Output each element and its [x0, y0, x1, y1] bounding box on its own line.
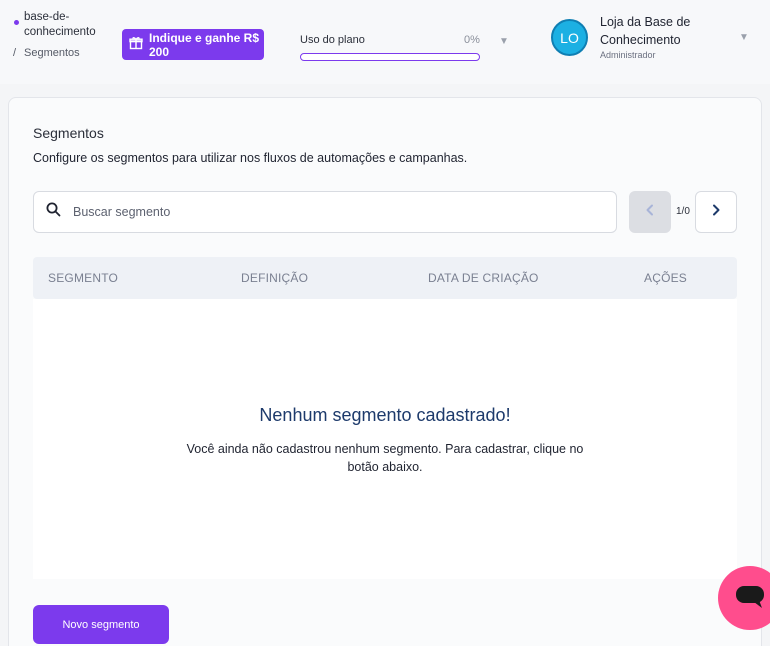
- empty-state-description: Você ainda não cadastrou nenhum segmento…: [186, 442, 584, 474]
- refer-button[interactable]: Indique e ganhe R$ 200: [122, 29, 264, 60]
- search-icon: [46, 202, 61, 222]
- gift-icon: [129, 36, 143, 53]
- breadcrumb-page: Segmentos: [24, 47, 80, 59]
- pagination-count: 1/0: [676, 206, 690, 217]
- top-header: base-de-conhecimento / Segmentos Indique…: [0, 0, 770, 84]
- chat-icon: [732, 581, 768, 616]
- pagination-prev-button[interactable]: [629, 191, 671, 233]
- avatar[interactable]: LO: [551, 19, 588, 56]
- segments-card: Segmentos Configure os segmentos para ut…: [8, 97, 762, 646]
- breadcrumb-store[interactable]: base-de-conhecimento: [24, 10, 114, 40]
- plan-usage-bar: [300, 53, 480, 61]
- caret-down-icon[interactable]: ▼: [499, 36, 509, 47]
- plan-usage-label: Uso do plano: [300, 34, 365, 46]
- column-header-definition: DEFINIÇÃO: [241, 271, 309, 285]
- column-header-segment: SEGMENTO: [48, 271, 119, 285]
- pagination-next-button[interactable]: [695, 191, 737, 233]
- store-status-dot: [14, 20, 19, 25]
- search-input[interactable]: [73, 205, 593, 219]
- caret-down-icon[interactable]: ▼: [739, 32, 749, 43]
- page-description: Configure os segmentos para utilizar nos…: [33, 151, 468, 165]
- empty-state-title: Nenhum segmento cadastrado!: [259, 405, 511, 425]
- table-header: SEGMENTO DEFINIÇÃO DATA DE CRIAÇÃO AÇÕES: [33, 257, 737, 299]
- page-title: Segmentos: [33, 125, 104, 141]
- search-box[interactable]: [33, 191, 617, 233]
- new-segment-button[interactable]: Novo segmento: [33, 605, 169, 644]
- plan-usage-percent: 0%: [464, 34, 480, 46]
- user-role: Administrador: [600, 50, 656, 60]
- column-header-created-date: DATA DE CRIAÇÃO: [428, 271, 539, 285]
- user-name[interactable]: Loja da Base de Conhecimento: [600, 13, 730, 49]
- chevron-left-icon: [645, 203, 655, 221]
- column-header-actions: AÇÕES: [644, 271, 688, 285]
- breadcrumb-separator: /: [13, 47, 17, 59]
- refer-label: Indique e ganhe R$ 200: [149, 30, 260, 59]
- empty-state: Nenhum segmento cadastrado! Você ainda n…: [33, 299, 737, 579]
- chevron-right-icon: [711, 203, 721, 221]
